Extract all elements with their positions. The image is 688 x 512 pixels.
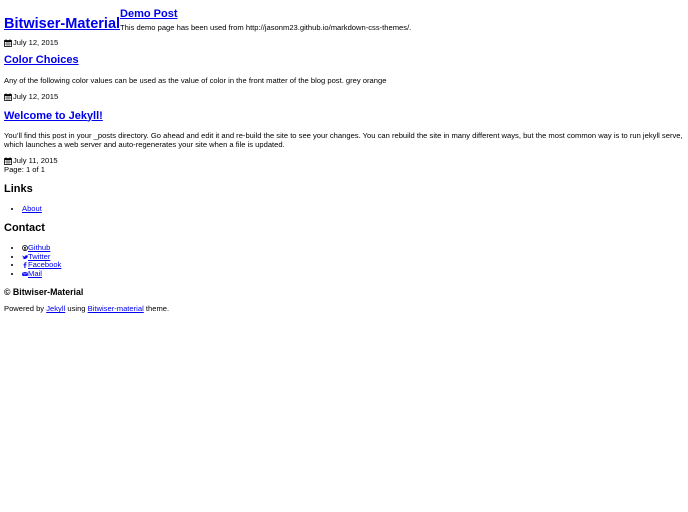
list-item: About	[22, 204, 684, 214]
post-title-link[interactable]: Demo Post	[120, 8, 177, 20]
mail-link[interactable]: Mail	[22, 269, 42, 278]
post-excerpt: You’ll find this post in your _posts dir…	[4, 130, 683, 150]
powered-using: using	[67, 304, 86, 314]
links-list: About	[4, 204, 684, 214]
contact-title: Contact	[4, 222, 45, 235]
list-item: Mail	[22, 269, 684, 279]
post-meta: July 12, 2015	[4, 38, 684, 48]
post-date: July 12, 2015	[13, 38, 59, 47]
post-date: July 12, 2015	[13, 91, 59, 101]
header-row: Bitwiser-Material Demo Post This demo pa…	[4, 8, 684, 33]
about-link[interactable]: About	[22, 204, 42, 213]
post-excerpt: Any of the following color values can be…	[4, 76, 387, 85]
copyright: © Bitwiser-Material	[4, 287, 84, 298]
list-item: Github	[22, 243, 684, 253]
powered-by: Powered by Jekyll using Bitwiser-materia…	[4, 304, 684, 314]
post-title: Color Choices	[4, 54, 684, 67]
post-meta: July 11, 2015	[4, 156, 684, 166]
powered-prefix: Powered by	[4, 304, 45, 314]
post-date: July 11, 2015	[13, 155, 58, 165]
pagination: Page: 1 of 1	[4, 164, 45, 174]
post-title: Demo Post	[120, 8, 411, 21]
links-title: Links	[4, 182, 33, 195]
post-excerpt: This demo page has been used from http:/…	[120, 23, 412, 32]
post-meta: July 12, 2015	[4, 92, 684, 102]
list-item: Twitter	[22, 252, 684, 262]
post-item: Demo Post This demo page has been used f…	[120, 8, 411, 33]
site-title-link[interactable]: Bitwiser-Material	[4, 16, 120, 32]
page-content: Bitwiser-Material Demo Post This demo pa…	[4, 0, 684, 314]
post-title-link[interactable]: Color Choices	[4, 54, 79, 66]
site-title: Bitwiser-Material	[4, 16, 120, 33]
calendar-icon	[4, 156, 12, 165]
post-title: Welcome to Jekyll!	[4, 110, 684, 123]
powered-suffix: theme.	[145, 304, 170, 314]
theme-link[interactable]: Bitwiser-material	[88, 304, 144, 313]
calendar-icon	[4, 92, 12, 101]
list-item: Facebook	[22, 260, 684, 270]
jekyll-link[interactable]: Jekyll	[46, 304, 65, 313]
mail-label: Mail	[28, 268, 42, 278]
calendar-icon	[4, 39, 12, 47]
post-title-link[interactable]: Welcome to Jekyll!	[4, 110, 103, 122]
contact-list: Github Twitter Facebook Mail	[4, 243, 684, 279]
